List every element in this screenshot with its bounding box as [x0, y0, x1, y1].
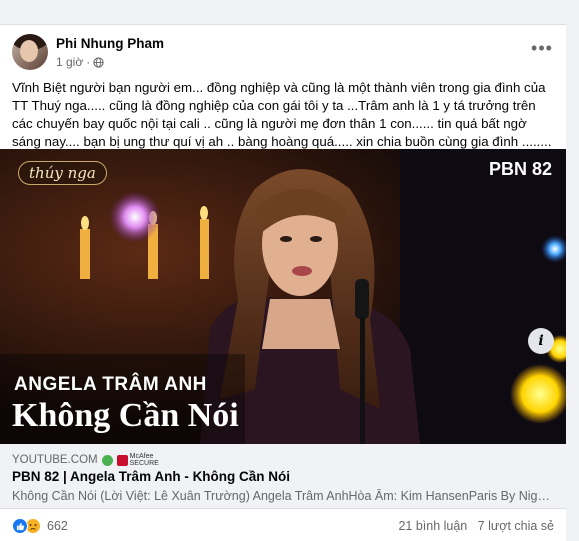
more-horizontal-icon[interactable]: ••• [530, 36, 554, 60]
post-header: Phi Nhung Pham 1 giờ · ••• [12, 34, 554, 74]
mcafee-secure-label: SECURE [129, 460, 159, 467]
engagement-counts: 21 bình luận 7 lượt chia sẻ [398, 519, 554, 533]
link-domain: YOUTUBE.COM [12, 454, 98, 466]
link-domain-row: YOUTUBE.COM McAfee SECURE [12, 453, 159, 467]
mcafee-shield-icon [116, 454, 128, 466]
mcafee-label: McAfee [129, 453, 154, 460]
post-card: Phi Nhung Pham 1 giờ · ••• Vĩnh Biệt ngư… [0, 24, 566, 541]
mcafee-secure-badge: McAfee SECURE [116, 453, 159, 467]
scrollbar-track[interactable] [566, 0, 579, 541]
post-stats: 662 21 bình luận 7 lượt chia sẻ [12, 516, 554, 538]
like-reaction-icon [12, 518, 28, 534]
safe-check-icon [101, 454, 113, 466]
author-avatar[interactable] [12, 34, 48, 70]
singer-overlay: ANGELA TRÂM ANH [14, 374, 207, 395]
episode-badge: PBN 82 [488, 159, 552, 179]
video-thumbnail[interactable]: thúy nga PBN 82 ANGELA TRÂM ANH Không Cầ… [0, 149, 566, 444]
globe-icon [93, 56, 104, 68]
thuy-nga-logo: thúy nga [18, 161, 107, 185]
song-overlay: Không Cần Nói [12, 397, 239, 434]
reaction-count: 662 [47, 519, 68, 533]
author-name[interactable]: Phi Nhung Pham [56, 36, 164, 51]
feed-top-gap [0, 0, 579, 24]
info-icon[interactable]: i [528, 328, 554, 354]
post-time[interactable]: 1 giờ [56, 55, 83, 69]
reaction-summary[interactable]: 662 [12, 518, 68, 534]
share-count[interactable]: 7 lượt chia sẻ [478, 519, 554, 533]
post-text: Vĩnh Biệt người bạn người em... đồng ngh… [12, 80, 552, 149]
link-description: Không Cần Nói (Lời Việt: Lê Xuân Trường)… [12, 489, 554, 503]
link-preview[interactable]: YOUTUBE.COM McAfee SECURE PBN 82 | Angel… [0, 444, 566, 509]
post-meta: 1 giờ · [56, 55, 104, 69]
comment-count[interactable]: 21 bình luận [398, 519, 467, 533]
link-title[interactable]: PBN 82 | Angela Trâm Anh - Không Cần Nói [12, 469, 290, 484]
